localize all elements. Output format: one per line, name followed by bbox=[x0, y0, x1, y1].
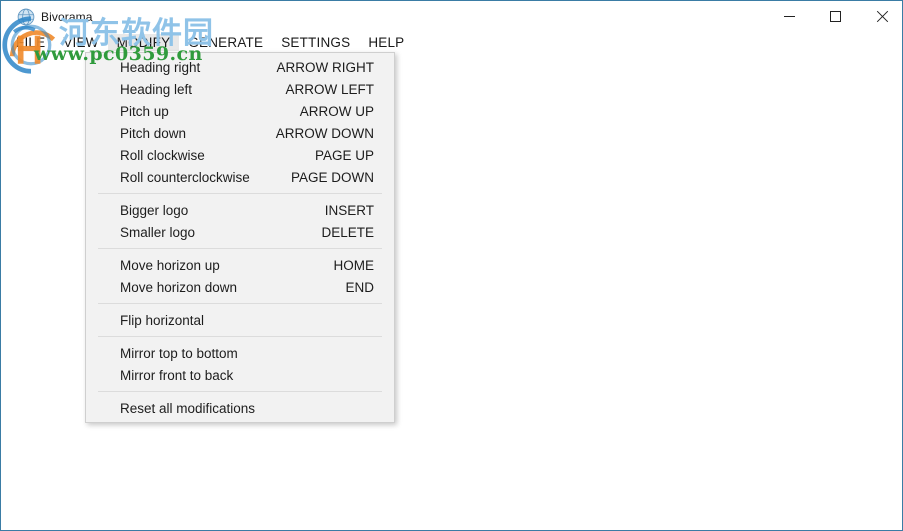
menu-item-shortcut: DELETE bbox=[321, 224, 374, 240]
menu-item-label: Heading right bbox=[120, 59, 201, 75]
menu-item-mirror-front-to-back[interactable]: Mirror front to back bbox=[86, 364, 394, 386]
menu-separator bbox=[98, 391, 382, 392]
menu-bar: FILE VIEW MODIFY GENERATE SETTINGS HELP bbox=[1, 32, 902, 53]
menu-item-pitch-up[interactable]: Pitch up ARROW UP bbox=[86, 100, 394, 122]
menu-separator bbox=[98, 193, 382, 194]
maximize-icon bbox=[829, 11, 841, 22]
minimize-button[interactable] bbox=[766, 1, 812, 32]
close-button[interactable] bbox=[858, 1, 902, 32]
menu-separator bbox=[98, 303, 382, 304]
menu-item-label: Flip horizontal bbox=[120, 312, 205, 328]
menu-item-label: Bigger logo bbox=[120, 202, 189, 218]
menu-item-bigger-logo[interactable]: Bigger logo INSERT bbox=[86, 199, 394, 221]
menu-item-shortcut: PAGE DOWN bbox=[290, 169, 374, 185]
menu-item-label: Pitch up bbox=[120, 103, 169, 119]
menu-item-shortcut: ARROW DOWN bbox=[275, 125, 374, 141]
close-icon bbox=[875, 10, 888, 23]
menu-item-pitch-down[interactable]: Pitch down ARROW DOWN bbox=[86, 122, 394, 144]
menu-file[interactable]: FILE bbox=[7, 34, 54, 51]
menu-item-label: Heading left bbox=[120, 81, 193, 97]
menu-separator bbox=[98, 248, 382, 249]
menu-view[interactable]: VIEW bbox=[54, 34, 107, 51]
application-window: Bivorama FILE VIEW MODIFY GENERATE SETTI… bbox=[0, 0, 903, 531]
menu-item-heading-left[interactable]: Heading left ARROW LEFT bbox=[86, 78, 394, 100]
menu-item-move-horizon-down[interactable]: Move horizon down END bbox=[86, 276, 394, 298]
window-controls bbox=[766, 1, 902, 32]
minimize-icon bbox=[783, 16, 795, 17]
menu-item-label: Move horizon down bbox=[120, 279, 238, 295]
menu-item-mirror-top-to-bottom[interactable]: Mirror top to bottom bbox=[86, 342, 394, 364]
menu-item-label: Mirror top to bottom bbox=[120, 345, 238, 361]
menu-separator bbox=[98, 336, 382, 337]
menu-item-shortcut: ARROW RIGHT bbox=[276, 59, 375, 75]
menu-settings[interactable]: SETTINGS bbox=[272, 34, 359, 51]
menu-item-label: Reset all modifications bbox=[120, 400, 256, 416]
menu-modify[interactable]: MODIFY bbox=[107, 34, 180, 51]
menu-item-shortcut: END bbox=[345, 279, 374, 295]
menu-generate[interactable]: GENERATE bbox=[179, 34, 272, 51]
menu-item-shortcut: HOME bbox=[333, 257, 375, 273]
window-title: Bivorama bbox=[41, 9, 93, 24]
app-globe-icon bbox=[17, 8, 35, 25]
menu-item-label: Move horizon up bbox=[120, 257, 220, 273]
menu-item-roll-clockwise[interactable]: Roll clockwise PAGE UP bbox=[86, 144, 394, 166]
menu-item-label: Mirror front to back bbox=[120, 367, 234, 383]
menu-item-roll-counterclockwise[interactable]: Roll counterclockwise PAGE DOWN bbox=[86, 166, 394, 188]
menu-help[interactable]: HELP bbox=[359, 34, 413, 51]
menu-item-move-horizon-up[interactable]: Move horizon up HOME bbox=[86, 254, 394, 276]
maximize-button[interactable] bbox=[812, 1, 858, 32]
menu-item-shortcut: INSERT bbox=[324, 202, 374, 218]
menu-item-smaller-logo[interactable]: Smaller logo DELETE bbox=[86, 221, 394, 243]
menu-item-label: Roll clockwise bbox=[120, 147, 205, 163]
modify-dropdown-menu: Heading right ARROW RIGHT Heading left A… bbox=[85, 52, 395, 423]
menu-item-flip-horizontal[interactable]: Flip horizontal bbox=[86, 309, 394, 331]
menu-item-shortcut: ARROW UP bbox=[299, 103, 374, 119]
menu-item-heading-right[interactable]: Heading right ARROW RIGHT bbox=[86, 56, 394, 78]
menu-item-label: Roll counterclockwise bbox=[120, 169, 250, 185]
menu-item-label: Pitch down bbox=[120, 125, 187, 141]
menu-item-shortcut: ARROW LEFT bbox=[285, 81, 374, 97]
title-bar: Bivorama bbox=[1, 1, 902, 32]
menu-item-reset-all-modifications[interactable]: Reset all modifications bbox=[86, 397, 394, 419]
menu-item-shortcut: PAGE UP bbox=[314, 147, 374, 163]
menu-item-label: Smaller logo bbox=[120, 224, 196, 240]
